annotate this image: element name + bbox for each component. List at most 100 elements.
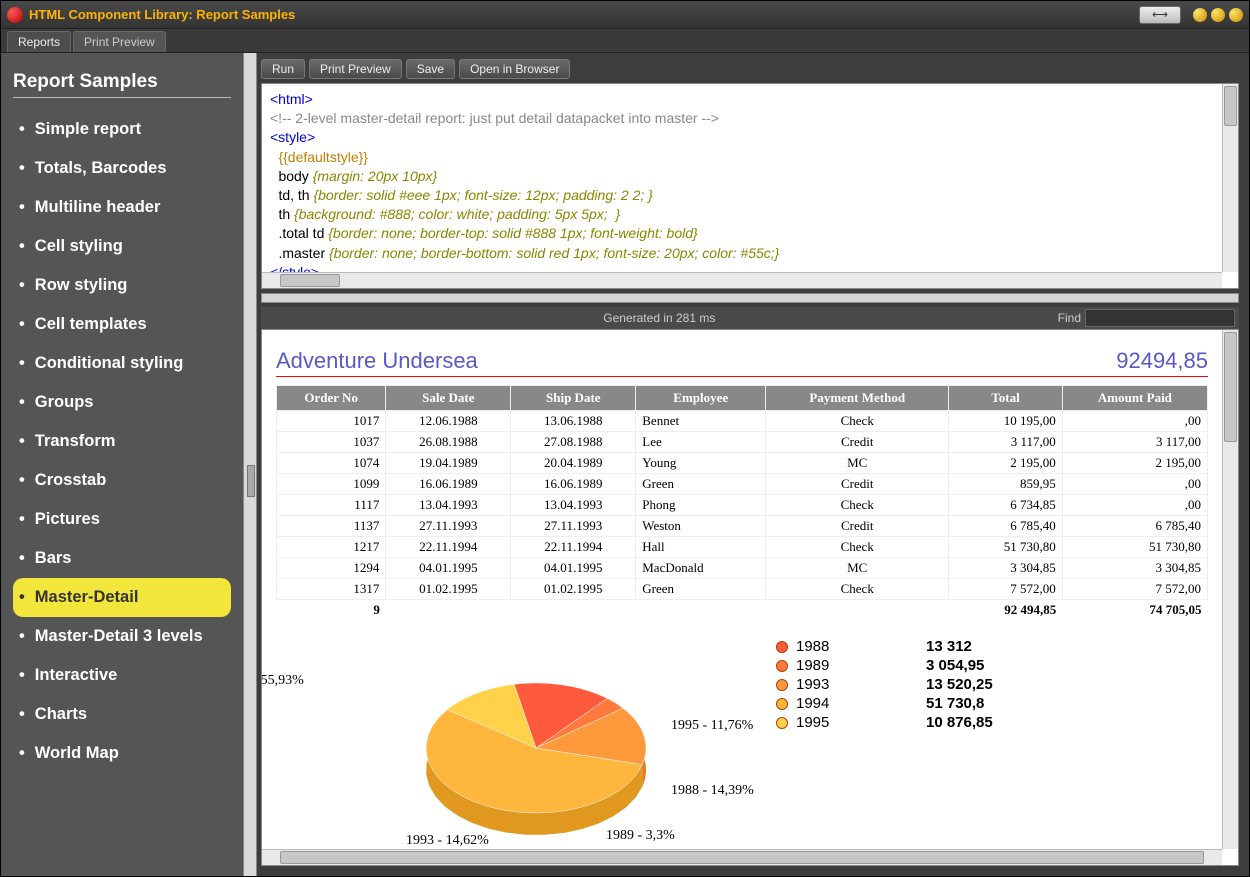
slice-label-1989: 1989 - 3,3% — [606, 828, 675, 844]
legend-value: 10 876,85 — [926, 714, 993, 731]
open-browser-button[interactable]: Open in Browser — [459, 59, 570, 79]
pie-chart — [406, 668, 666, 848]
code-scrollbar-horizontal[interactable] — [262, 272, 1222, 288]
sidebar-item[interactable]: World Map — [13, 734, 231, 773]
code-line: <!-- 2-level master-detail report: just … — [270, 110, 719, 126]
app-icon — [7, 7, 23, 23]
table-header: Sale Date — [386, 386, 511, 411]
find-label: Find — [1058, 311, 1081, 325]
save-button[interactable]: Save — [406, 59, 455, 79]
pie-chart-area: 1994 - 55,93% 1995 - 11,76% 1988 - 14,39… — [276, 638, 1208, 848]
table-header: Employee — [636, 386, 766, 411]
table-row: 121722.11.199422.11.1994HallCheck51 730,… — [277, 537, 1208, 558]
maximize-button[interactable] — [1211, 8, 1225, 22]
run-button[interactable]: Run — [261, 59, 305, 79]
company-name: Adventure Undersea — [276, 348, 478, 374]
code-line: {{defaultstyle}} — [278, 149, 368, 165]
table-row: 131701.02.199501.02.1995GreenCheck7 572,… — [277, 579, 1208, 600]
legend-value: 51 730,8 — [926, 695, 984, 712]
sidebar-item[interactable]: Interactive — [13, 656, 231, 695]
legend-value: 3 054,95 — [926, 657, 984, 674]
orders-table: Order NoSale DateShip DateEmployeePaymen… — [276, 385, 1208, 620]
code-line: body — [278, 168, 312, 184]
table-row: 109916.06.198916.06.1989GreenCredit859,9… — [277, 474, 1208, 495]
legend-year: 1988 — [796, 638, 926, 655]
sidebar-heading: Report Samples — [13, 71, 231, 98]
sidebar-item[interactable]: Master-Detail 3 levels — [13, 617, 231, 656]
vertical-splitter[interactable] — [243, 53, 257, 876]
find-input[interactable] — [1085, 309, 1235, 327]
sidebar-item[interactable]: Crosstab — [13, 461, 231, 500]
slice-label-1995: 1995 - 11,76% — [671, 718, 753, 734]
window-title: HTML Component Library: Report Samples — [29, 7, 1139, 22]
horizontal-splitter[interactable] — [261, 293, 1239, 303]
sidebar-item[interactable]: Simple report — [13, 110, 231, 149]
fullscreen-toggle-button[interactable]: ⟷ — [1139, 6, 1181, 24]
titlebar: HTML Component Library: Report Samples ⟷ — [1, 1, 1249, 29]
code-line: {background: #888; color: white; padding… — [294, 206, 620, 222]
preview-scrollbar-horizontal[interactable] — [262, 849, 1222, 865]
sidebar-item[interactable]: Transform — [13, 422, 231, 461]
sidebar-item[interactable]: Totals, Barcodes — [13, 149, 231, 188]
legend-dot-icon — [776, 679, 788, 691]
sidebar-item[interactable]: Bars — [13, 539, 231, 578]
minimize-button[interactable] — [1193, 8, 1207, 22]
code-line: th — [278, 206, 294, 222]
sidebar-item[interactable]: Groups — [13, 383, 231, 422]
sidebar-item[interactable]: Row styling — [13, 266, 231, 305]
code-line: {border: none; border-top: solid #888 1p… — [328, 225, 697, 241]
preview-panel: Adventure Undersea 92494,85 Order NoSale… — [261, 329, 1239, 866]
generation-time-label: Generated in 281 ms — [261, 311, 1058, 325]
company-total: 92494,85 — [1116, 348, 1208, 374]
legend-year: 1989 — [796, 657, 926, 674]
legend-dot-icon — [776, 660, 788, 672]
legend-dot-icon — [776, 717, 788, 729]
toolbar: Run Print Preview Save Open in Browser — [257, 57, 1243, 83]
code-scrollbar-vertical[interactable] — [1222, 84, 1238, 272]
preview-scrollbar-vertical[interactable] — [1222, 330, 1238, 849]
legend-item: 199313 520,25 — [776, 676, 993, 693]
legend-item: 198813 312 — [776, 638, 993, 655]
sidebar: Report Samples Simple reportTotals, Barc… — [1, 53, 243, 876]
slice-label-1988: 1988 - 14,39% — [671, 783, 754, 799]
sidebar-item[interactable]: Conditional styling — [13, 344, 231, 383]
legend-dot-icon — [776, 641, 788, 653]
slice-label-1993: 1993 - 14,62% — [406, 833, 489, 849]
table-header: Total — [949, 386, 1063, 411]
slice-label-1994: 1994 - 55,93% — [262, 673, 304, 689]
code-line: <html> — [270, 91, 313, 107]
code-line: .total td — [278, 225, 328, 241]
table-header: Amount Paid — [1062, 386, 1207, 411]
legend-year: 1994 — [796, 695, 926, 712]
code-line: .master — [278, 245, 329, 261]
legend-year: 1993 — [796, 676, 926, 693]
table-row: 111713.04.199313.04.1993PhongCheck6 734,… — [277, 495, 1208, 516]
table-row: 113727.11.199327.11.1993WestonCredit6 78… — [277, 516, 1208, 537]
legend-dot-icon — [776, 698, 788, 710]
tab-bar: Reports Print Preview — [1, 29, 1249, 53]
close-button[interactable] — [1229, 8, 1243, 22]
sidebar-item[interactable]: Cell styling — [13, 227, 231, 266]
sidebar-item[interactable]: Master-Detail — [13, 578, 231, 617]
sidebar-item[interactable]: Charts — [13, 695, 231, 734]
legend-item: 199451 730,8 — [776, 695, 993, 712]
table-total-row: 992 494,8574 705,05 — [277, 600, 1208, 621]
legend-year: 1995 — [796, 714, 926, 731]
table-row: 103726.08.198827.08.1988LeeCredit3 117,0… — [277, 432, 1208, 453]
legend-item: 19893 054,95 — [776, 657, 993, 674]
tab-reports[interactable]: Reports — [7, 31, 71, 52]
code-editor[interactable]: <html> <!-- 2-level master-detail report… — [261, 83, 1239, 289]
table-row: 101712.06.198813.06.1988BennetCheck10 19… — [277, 411, 1208, 432]
legend-value: 13 520,25 — [926, 676, 993, 693]
table-row: 129404.01.199504.01.1995MacDonaldMC3 304… — [277, 558, 1208, 579]
sidebar-item[interactable]: Pictures — [13, 500, 231, 539]
print-preview-button[interactable]: Print Preview — [309, 59, 402, 79]
sidebar-item[interactable]: Multiline header — [13, 188, 231, 227]
legend-item: 199510 876,85 — [776, 714, 993, 731]
tab-print-preview[interactable]: Print Preview — [73, 31, 166, 52]
pie-legend: 198813 31219893 054,95199313 520,2519945… — [776, 638, 993, 733]
legend-value: 13 312 — [926, 638, 972, 655]
code-line: td, th — [278, 187, 313, 203]
sidebar-item[interactable]: Cell templates — [13, 305, 231, 344]
code-line: {border: solid #eee 1px; font-size: 12px… — [313, 187, 652, 203]
